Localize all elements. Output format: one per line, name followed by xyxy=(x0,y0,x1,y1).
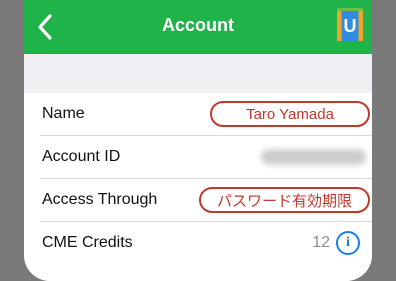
cme-credits-label: CME Credits xyxy=(42,234,133,251)
name-label: Name xyxy=(42,105,85,122)
page-title: Account xyxy=(162,15,234,35)
account-id-label: Account ID xyxy=(42,148,121,165)
navigation-bar: Account U xyxy=(24,0,372,54)
list-item-account-id: Account ID xyxy=(24,136,372,178)
info-icon[interactable]: i xyxy=(336,231,360,255)
account-id-value-blurred xyxy=(261,149,366,165)
list-item-cme-credits: CME Credits 12 i xyxy=(24,222,372,264)
phone-screen: Account U Name Taro Yamada Account ID Ac… xyxy=(24,0,372,281)
cme-credits-value: 12 xyxy=(312,234,330,251)
section-spacer xyxy=(24,54,372,93)
account-details-list: Name Taro Yamada Account ID Access Throu… xyxy=(24,93,372,281)
list-item-access-through: Access Through パスワード有効期限 xyxy=(24,179,372,221)
name-value: Taro Yamada xyxy=(210,101,370,127)
access-through-label: Access Through xyxy=(42,191,158,208)
access-through-value: パスワード有効期限 xyxy=(199,187,370,213)
app-logo: U xyxy=(337,8,363,41)
list-item-name: Name Taro Yamada xyxy=(24,93,372,135)
